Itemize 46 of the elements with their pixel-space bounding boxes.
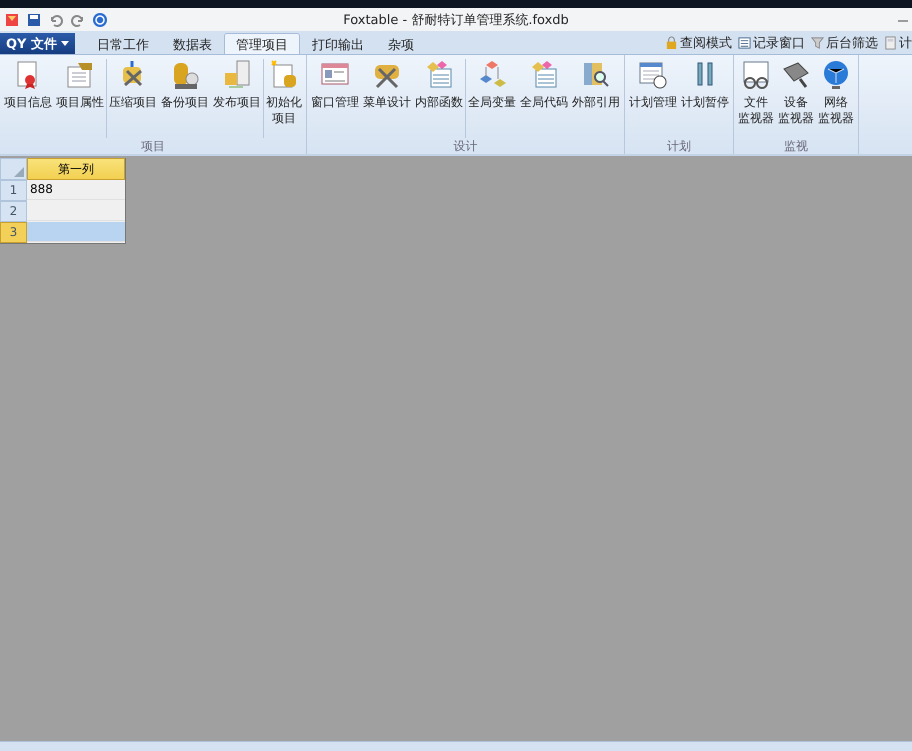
ribbon-button[interactable]: 发布项目 (211, 59, 263, 138)
row-number[interactable]: 1 (0, 180, 27, 201)
toolbar-button[interactable]: 后台筛选 (811, 34, 878, 52)
caret-icon (61, 41, 69, 46)
toolbar-button[interactable]: 计 (884, 34, 912, 52)
lock-icon (665, 36, 678, 50)
save-icon[interactable] (26, 12, 42, 28)
ribbon-tab[interactable]: 打印输出 (300, 33, 376, 54)
ribbon-button[interactable]: 项目信息 (2, 59, 54, 138)
ribbon-button[interactable]: 项目属性 (54, 59, 106, 138)
toolbar-button[interactable]: 记录窗口 (738, 34, 805, 52)
ribbon-button[interactable]: 全局变量 (466, 59, 518, 138)
ribbon-button[interactable]: 文件 监视器 (736, 59, 776, 138)
ribbon-tab[interactable]: 日常工作 (85, 33, 161, 54)
ribbon-button[interactable]: 设备 监视器 (776, 59, 816, 138)
select-all-icon[interactable] (14, 167, 24, 177)
ribbon-button[interactable]: 外部引用 (570, 59, 622, 138)
toolbar-button[interactable]: 查阅模式 (665, 34, 732, 52)
ribbon-button[interactable]: 窗口管理 (309, 59, 361, 138)
table-cell[interactable]: 888 (27, 180, 125, 200)
ribbon-button[interactable]: 计划暂停 (679, 59, 731, 138)
row-number[interactable]: 3 (0, 222, 27, 243)
ribbon-button[interactable]: 菜单设计 (361, 59, 413, 138)
ribbon-button[interactable]: 备份项目 (159, 59, 211, 138)
group-label: 计划 (667, 139, 691, 153)
app-logo-icon[interactable] (4, 12, 20, 28)
column-header[interactable]: 第一列 (27, 158, 125, 180)
ribbon-button[interactable]: 全局代码 (518, 59, 570, 138)
filter-icon (811, 36, 824, 50)
ribbon-tab[interactable]: 杂项 (376, 33, 426, 54)
row-number[interactable]: 2 (0, 201, 27, 222)
table-cell[interactable] (27, 222, 125, 242)
group-label: 监视 (784, 139, 808, 153)
ribbon-button[interactable]: 内部函数 (413, 59, 465, 138)
ribbon-button[interactable]: 初始化 项目 (264, 59, 304, 138)
group-label: 设计 (454, 139, 478, 153)
ribbon-button[interactable]: 网络 监视器 (816, 59, 856, 138)
help-icon[interactable] (92, 12, 108, 28)
ribbon-tab[interactable]: 数据表 (161, 33, 224, 54)
file-menu-button[interactable]: QY 文件 (0, 33, 75, 54)
list-icon (738, 36, 751, 50)
ribbon-tab[interactable]: 管理项目 (224, 33, 300, 54)
window-title: Foxtable - 舒耐特订单管理系统.foxdb (343, 12, 569, 28)
ribbon-button[interactable]: 压缩项目 (107, 59, 159, 138)
group-label: 项目 (141, 139, 165, 153)
ribbon-button[interactable]: 计划管理 (627, 59, 679, 138)
